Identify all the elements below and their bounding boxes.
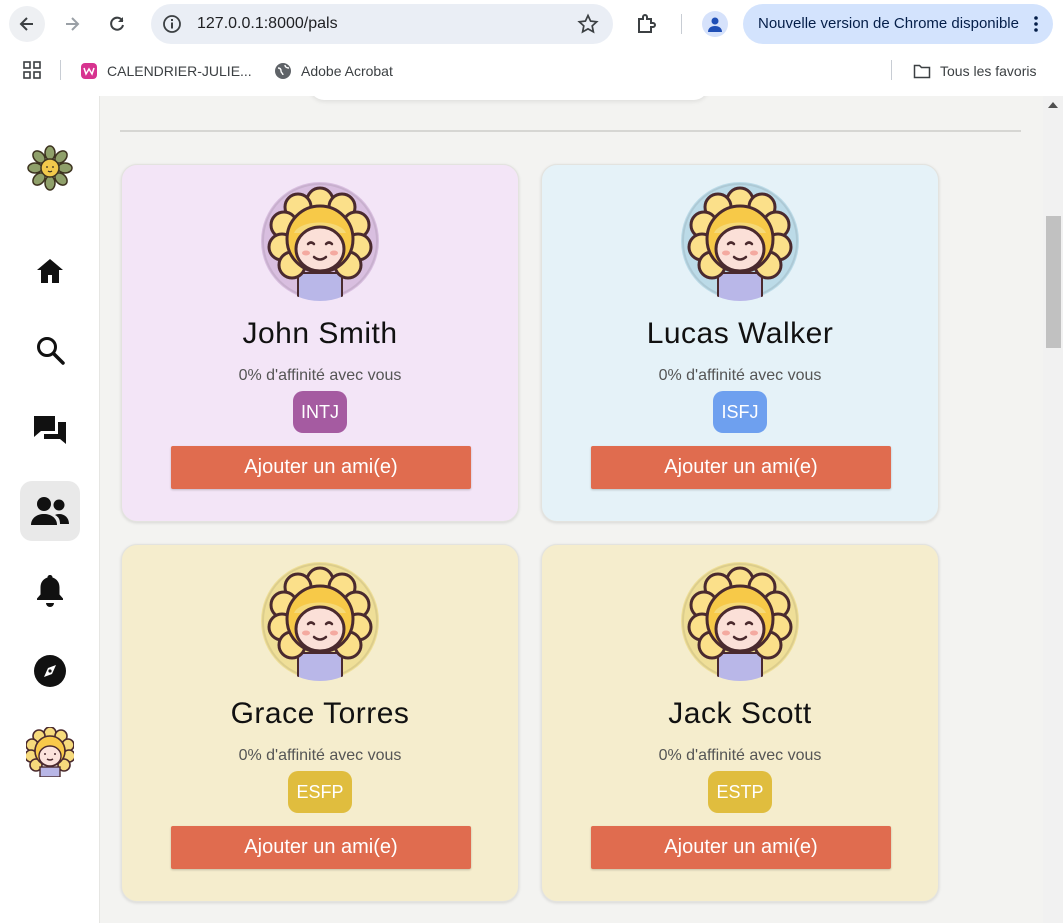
pal-card: John Smith 0% d'affinité avec vous INTJ … bbox=[121, 164, 519, 522]
bookmark-label: CALENDRIER-JULIE... bbox=[107, 63, 252, 79]
pal-affinity: 0% d'affinité avec vous bbox=[238, 367, 402, 384]
profile-button[interactable] bbox=[702, 11, 728, 37]
pal-avatar bbox=[260, 561, 380, 681]
pal-name: Lucas Walker bbox=[646, 317, 834, 350]
app-viewport: John Smith 0% d'affinité avec vous INTJ … bbox=[0, 96, 1063, 923]
site-info-icon[interactable] bbox=[161, 13, 183, 35]
personality-badge: ESTP bbox=[708, 771, 772, 813]
scroll-up-arrow[interactable] bbox=[1048, 102, 1058, 108]
sidebar-item-home[interactable] bbox=[20, 241, 80, 301]
page-scrollbar[interactable] bbox=[1043, 96, 1063, 923]
personality-badge: ISFJ bbox=[713, 391, 767, 433]
bookmarks-divider bbox=[60, 60, 61, 80]
sidebar-item-pals[interactable] bbox=[20, 481, 80, 541]
extensions-icon[interactable] bbox=[633, 11, 659, 37]
toolbar-divider bbox=[681, 14, 682, 34]
sidebar-item-profile[interactable] bbox=[20, 722, 80, 782]
pal-card: Lucas Walker 0% d'affinité avec vous ISF… bbox=[541, 164, 939, 522]
browser-toolbar: 127.0.0.1:8000/pals Nouvelle version de … bbox=[0, 0, 1063, 48]
users-icon bbox=[31, 497, 69, 525]
person-icon bbox=[708, 17, 722, 32]
flower-avatar-icon bbox=[681, 562, 799, 681]
chrome-update-button[interactable]: Nouvelle version de Chrome disponible bbox=[743, 4, 1053, 44]
more-vert-icon[interactable] bbox=[1033, 15, 1039, 33]
pal-card: Jack Scott 0% d'affinité avec vous ESTP … bbox=[541, 544, 939, 902]
apps-grid-icon[interactable] bbox=[22, 60, 42, 80]
pal-affinity: 0% d'affinité avec vous bbox=[238, 747, 402, 764]
arrow-right-icon bbox=[66, 17, 80, 31]
flower-avatar-icon bbox=[261, 182, 379, 301]
sidebar bbox=[0, 96, 100, 923]
flower-logo-icon bbox=[27, 145, 73, 191]
sidebar-item-logo[interactable] bbox=[20, 138, 80, 198]
pal-name: Grace Torres bbox=[230, 697, 410, 730]
wix-icon bbox=[81, 63, 97, 79]
pal-avatar bbox=[680, 561, 800, 681]
bookmark-calendrier[interactable]: CALENDRIER-JULIE... bbox=[80, 59, 252, 83]
folder-icon bbox=[913, 64, 931, 79]
home-icon bbox=[37, 259, 63, 283]
bell-icon bbox=[37, 575, 63, 607]
update-label: Nouvelle version de Chrome disponible bbox=[758, 15, 1019, 32]
pal-card: Grace Torres 0% d'affinité avec vous ESF… bbox=[121, 544, 519, 902]
bookmarks-divider bbox=[891, 60, 892, 80]
address-bar[interactable]: 127.0.0.1:8000/pals bbox=[151, 4, 613, 44]
personality-badge: ESFP bbox=[288, 771, 352, 813]
add-friend-button[interactable]: Ajouter un ami(e) bbox=[591, 446, 891, 489]
add-friend-button[interactable]: Ajouter un ami(e) bbox=[171, 446, 471, 489]
personality-badge: INTJ bbox=[293, 391, 347, 433]
chat-icon bbox=[34, 416, 66, 444]
bookmarks-bar: CALENDRIER-JULIE... Adobe Acrobat Tous l… bbox=[0, 48, 1063, 96]
all-bookmarks[interactable]: Tous les favoris bbox=[913, 59, 1036, 83]
flower-avatar-icon bbox=[261, 562, 379, 681]
pal-avatar bbox=[260, 181, 380, 301]
add-friend-button[interactable]: Ajouter un ami(e) bbox=[171, 826, 471, 869]
sidebar-item-notifications[interactable] bbox=[20, 560, 80, 620]
arrow-left-icon bbox=[19, 17, 33, 31]
sidebar-item-messages[interactable] bbox=[20, 400, 80, 460]
add-friend-button[interactable]: Ajouter un ami(e) bbox=[591, 826, 891, 869]
bookmark-label: Adobe Acrobat bbox=[301, 63, 393, 79]
pal-affinity: 0% d'affinité avec vous bbox=[658, 367, 822, 384]
search-panel-edge bbox=[310, 96, 708, 100]
flower-avatar-icon bbox=[681, 182, 799, 301]
pal-name: Jack Scott bbox=[668, 697, 812, 730]
forward-button[interactable] bbox=[54, 6, 90, 42]
bookmark-star-icon[interactable] bbox=[577, 13, 599, 35]
sidebar-item-explore[interactable] bbox=[20, 641, 80, 701]
sidebar-item-search[interactable] bbox=[20, 320, 80, 380]
section-divider bbox=[120, 130, 1021, 132]
pal-avatar bbox=[680, 181, 800, 301]
scroll-thumb[interactable] bbox=[1046, 216, 1061, 348]
bookmark-adobe-acrobat[interactable]: Adobe Acrobat bbox=[274, 59, 393, 83]
avatar-icon bbox=[26, 727, 74, 777]
url-text[interactable]: 127.0.0.1:8000/pals bbox=[197, 15, 338, 33]
search-icon bbox=[37, 337, 65, 365]
compass-icon bbox=[34, 655, 66, 687]
globe-icon bbox=[275, 63, 291, 79]
back-button[interactable] bbox=[9, 6, 45, 42]
pal-name: John Smith bbox=[242, 317, 398, 350]
pal-affinity: 0% d'affinité avec vous bbox=[658, 747, 822, 764]
all-bookmarks-label: Tous les favoris bbox=[940, 63, 1037, 79]
reload-button[interactable] bbox=[99, 6, 135, 42]
reload-icon bbox=[110, 16, 124, 31]
